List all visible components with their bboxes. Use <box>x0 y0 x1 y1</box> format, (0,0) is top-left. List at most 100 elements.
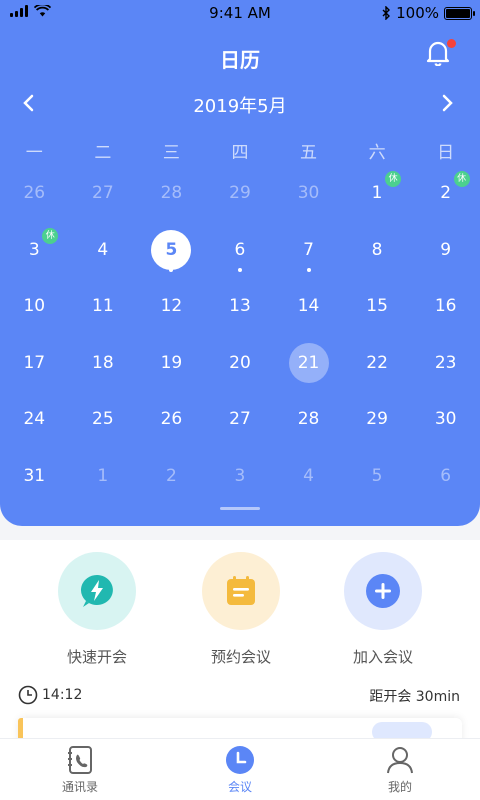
calendar-day[interactable]: 13 <box>206 278 275 335</box>
chevron-right-icon[interactable] <box>442 94 454 112</box>
collapse-handle[interactable] <box>220 507 260 510</box>
day-number: 7 <box>303 239 314 260</box>
plus-circle-icon <box>366 574 400 608</box>
day-number: 2 <box>440 183 452 204</box>
calendar-day[interactable]: 31 <box>0 448 69 505</box>
day-number: 26 <box>23 183 46 204</box>
day-number: 28 <box>160 183 183 204</box>
calendar-day[interactable]: 4 <box>69 222 138 279</box>
calendar-day[interactable]: 22 <box>343 335 412 392</box>
meeting-clock-icon <box>226 746 254 774</box>
day-number: 17 <box>23 352 46 373</box>
day-number: 18 <box>92 352 114 373</box>
calendar-day[interactable]: 8 <box>343 222 412 279</box>
calendar-day[interactable]: 26 <box>137 391 206 448</box>
calendar-day[interactable]: 27 <box>206 391 275 448</box>
tab-meetings[interactable]: 会议 <box>160 739 320 800</box>
meeting-time: 14:12 <box>18 685 82 705</box>
notification-dot <box>447 39 456 48</box>
calendar-day[interactable]: 1休 <box>343 165 412 222</box>
weekday-label: 日 <box>437 143 455 163</box>
calendar-day[interactable]: 19 <box>137 335 206 392</box>
day-number: 11 <box>92 296 114 317</box>
calendar-week-row: 24 25 26 27 28 29 30 <box>0 391 480 448</box>
calendar-day[interactable]: 28 <box>274 391 343 448</box>
day-number: 27 <box>229 409 251 430</box>
calendar-day[interactable]: 15 <box>343 278 412 335</box>
status-bar: 9:41 AM 100% <box>0 0 480 28</box>
holiday-badge: 休 <box>42 227 59 244</box>
join-meeting-icon-bubble <box>344 552 422 630</box>
calendar-day[interactable]: 12 <box>137 278 206 335</box>
calendar-day[interactable]: 5 <box>343 448 412 505</box>
month-label[interactable]: 2019年5月 <box>0 92 480 118</box>
day-number: 1 <box>97 465 109 486</box>
quick-actions: 快速开会 预约会议 加入会议 <box>0 540 480 670</box>
day-number: 2 <box>165 465 177 486</box>
calendar-day[interactable]: 14 <box>274 278 343 335</box>
day-number: 4 <box>97 239 109 260</box>
schedule-meeting-button[interactable]: 预约会议 <box>186 552 296 667</box>
tab-contacts[interactable]: 通讯录 <box>0 739 160 800</box>
day-number: 15 <box>366 296 388 317</box>
weekday-label: 四 <box>231 143 249 163</box>
schedule-meeting-label: 预约会议 <box>210 648 271 666</box>
calendar-day[interactable]: 29 <box>343 391 412 448</box>
calendar-week-row: 26 27 28 29 30 1 休 2 休 <box>0 165 480 222</box>
calendar-day[interactable]: 3休 <box>0 222 69 279</box>
calendar-day[interactable]: 24 <box>0 391 69 448</box>
calendar-day[interactable]: 18 <box>69 335 138 392</box>
calendar-week-row: 3休 4 5 6 7 8 9 <box>0 222 480 279</box>
calendar-day[interactable]: 6 <box>411 448 480 505</box>
calendar-day[interactable]: 3 <box>206 448 275 505</box>
quick-meeting-button[interactable]: 快速开会 <box>42 552 152 667</box>
calendar-day[interactable]: 10 <box>0 278 69 335</box>
join-meeting-button[interactable]: 加入会议 <box>328 552 438 667</box>
calendar-day[interactable]: 26 <box>0 165 69 222</box>
tab-bar: 通讯录 会议 我的 <box>0 738 480 800</box>
upcoming-meeting-section: 14:12 距开会 30min <box>0 670 480 748</box>
calendar-week-row: 31 1 2 3 4 5 6 <box>0 448 480 505</box>
day-number: 29 <box>229 183 251 204</box>
notification-button[interactable] <box>426 39 456 68</box>
calendar-day[interactable]: 9 <box>411 222 480 279</box>
day-number: 30 <box>297 183 320 204</box>
tab-label: 通讯录 <box>61 780 98 794</box>
calendar-day[interactable]: 28 <box>137 165 206 222</box>
day-number: 30 <box>434 409 457 430</box>
calendar-day[interactable]: 11 <box>69 278 138 335</box>
day-number: 16 <box>434 296 457 317</box>
calendar-day[interactable]: 2休 <box>411 165 480 222</box>
page-title: 日历 <box>220 48 260 72</box>
day-number: 24 <box>23 409 46 430</box>
clock-icon <box>18 685 38 705</box>
calendar-day[interactable]: 25 <box>69 391 138 448</box>
tab-profile[interactable]: 我的 <box>320 739 480 800</box>
calendar-day[interactable]: 7 <box>274 222 343 279</box>
calendar-panel: 9:41 AM 100% 日历 2019年5月 一 二 三 四 五 六 日 26… <box>0 0 480 526</box>
calendar-day-today[interactable]: 5 <box>137 222 206 279</box>
calendar-day[interactable]: 30 <box>274 165 343 222</box>
calendar-day[interactable]: 29 <box>206 165 275 222</box>
calendar-day-selected[interactable]: 21 <box>274 335 343 392</box>
calendar-day[interactable]: 1 <box>69 448 138 505</box>
event-dot <box>237 268 242 272</box>
profile-icon <box>387 747 413 774</box>
calendar-day[interactable]: 17 <box>0 335 69 392</box>
calendar-day[interactable]: 30 <box>411 391 480 448</box>
calendar-day[interactable]: 27 <box>69 165 138 222</box>
calendar-day[interactable]: 16 <box>411 278 480 335</box>
calendar-day[interactable]: 6 <box>206 222 275 279</box>
weekday-label: 六 <box>368 143 386 163</box>
day-number: 6 <box>440 465 452 486</box>
calendar-day[interactable]: 4 <box>274 448 343 505</box>
day-number: 14 <box>297 296 320 317</box>
day-number: 13 <box>229 296 251 317</box>
calendar-day[interactable]: 2 <box>137 448 206 505</box>
calendar-day[interactable]: 20 <box>206 335 275 392</box>
calendar-day[interactable]: 23 <box>411 335 480 392</box>
weekday-label: 五 <box>300 143 318 163</box>
battery-percent: 100% <box>396 4 439 22</box>
quick-meeting-icon-bubble <box>58 552 136 630</box>
day-number: 25 <box>92 409 114 430</box>
